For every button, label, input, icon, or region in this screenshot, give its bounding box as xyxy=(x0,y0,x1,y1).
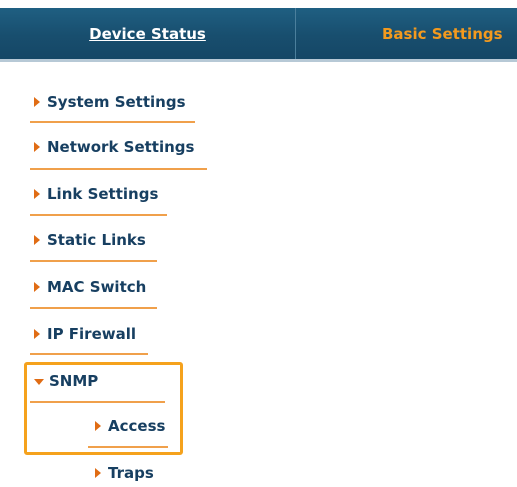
submenu-item-label: Traps xyxy=(108,464,154,482)
arrow-right-icon xyxy=(95,468,101,478)
menu-item-link-settings[interactable]: Link Settings xyxy=(34,182,158,206)
menu-item-label: Network Settings xyxy=(47,138,195,156)
menu-item-mac-switch[interactable]: MAC Switch xyxy=(34,275,146,299)
menu-item-ip-firewall[interactable]: IP Firewall xyxy=(34,322,136,346)
arrow-right-icon xyxy=(34,329,40,339)
arrow-right-icon xyxy=(34,189,40,199)
menu-item-network-settings[interactable]: Network Settings xyxy=(34,135,194,159)
menu-item-system-settings[interactable]: System Settings xyxy=(34,90,186,114)
tab-basic-settings[interactable]: Basic Settings xyxy=(296,8,517,59)
menu-divider xyxy=(30,214,167,216)
menu-divider xyxy=(30,121,195,123)
menu-item-label: MAC Switch xyxy=(47,278,147,296)
highlight-box xyxy=(24,362,183,455)
tab-device-status-label: Device Status xyxy=(89,24,206,43)
menu-divider xyxy=(30,168,207,170)
submenu-item-traps[interactable]: Traps xyxy=(95,461,154,485)
arrow-right-icon xyxy=(34,97,40,107)
arrow-right-icon xyxy=(34,142,40,152)
menu-item-label: System Settings xyxy=(47,93,186,111)
menu-item-label: Link Settings xyxy=(47,185,159,203)
menu-item-label: IP Firewall xyxy=(47,325,137,343)
menu-divider xyxy=(30,353,148,355)
menu-divider xyxy=(30,307,157,309)
tab-device-status[interactable]: Device Status xyxy=(0,8,295,59)
tab-basic-settings-label: Basic Settings xyxy=(382,24,503,43)
top-navigation-bar: Device Status Basic Settings xyxy=(0,8,517,62)
menu-item-label: Static Links xyxy=(47,231,146,249)
arrow-right-icon xyxy=(34,235,40,245)
menu-item-static-links[interactable]: Static Links xyxy=(34,228,146,252)
menu-divider xyxy=(30,260,157,262)
arrow-right-icon xyxy=(34,282,40,292)
